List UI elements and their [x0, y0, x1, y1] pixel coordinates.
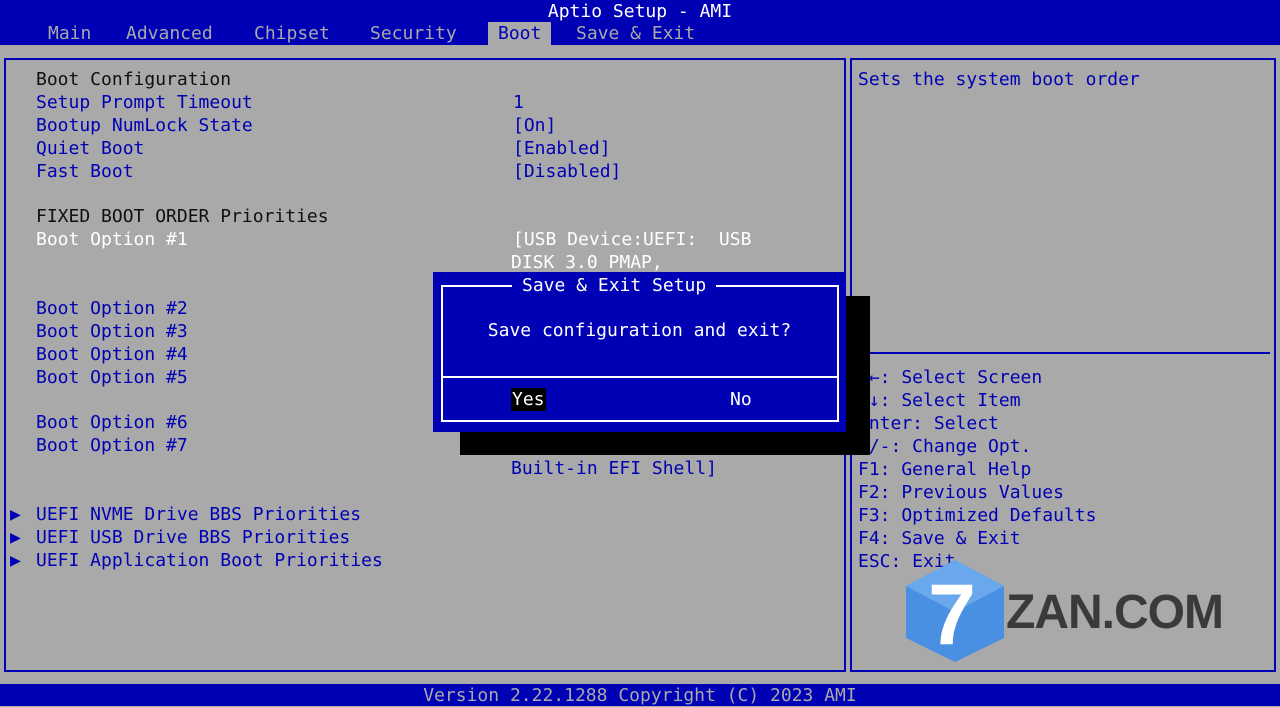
dialog-no-button[interactable]: No — [730, 388, 752, 411]
help-key-enter: Enter: Select — [858, 413, 999, 434]
boot-option-7-value-line2[interactable]: Built-in EFI Shell] — [511, 457, 717, 480]
submenu-uefi-application-boot-priorities[interactable]: UEFI Application Boot Priorities — [36, 549, 383, 572]
boot-option-3-label[interactable]: Boot Option #3 — [36, 320, 188, 343]
setting-label-quiet-boot[interactable]: Quiet Boot — [36, 137, 144, 160]
tab-main[interactable]: Main — [38, 22, 101, 45]
help-key-change-opt: +/-: Change Opt. — [858, 436, 1032, 457]
boot-option-7-label[interactable]: Boot Option #7 — [36, 434, 188, 457]
setting-label-bootup-numlock-state[interactable]: Bootup NumLock State — [36, 114, 253, 137]
boot-option-4-label[interactable]: Boot Option #4 — [36, 343, 188, 366]
setting-value-bootup-numlock-state[interactable]: [On] — [513, 114, 556, 137]
tab-boot[interactable]: Boot — [488, 22, 552, 45]
setting-value-setup-prompt-timeout[interactable]: 1 — [513, 91, 524, 114]
help-description: Sets the system boot order — [858, 69, 1140, 90]
submenu-uefi-usb-drive-bbs-priorities[interactable]: UEFI USB Drive BBS Priorities — [36, 526, 350, 549]
boot-option-1-value-line2[interactable]: DISK 3.0 PMAP, — [511, 251, 663, 274]
watermark-text: ZAN.COM — [1006, 586, 1224, 639]
help-key-select-item: ↑↓: Select Item — [858, 390, 1021, 411]
watermark-badge-text: 7 — [928, 567, 976, 663]
submenu-arrow-icon: ▶ — [10, 527, 21, 548]
boot-option-1-value-line1[interactable]: [USB Device:UEFI: USB — [513, 228, 751, 251]
tab-advanced[interactable]: Advanced — [116, 22, 223, 45]
tab-chipset[interactable]: Chipset — [244, 22, 340, 45]
help-key-previous-values: F2: Previous Values — [858, 482, 1064, 503]
version-text: Version 2.22.1288 Copyright (C) 2023 AMI — [423, 685, 857, 706]
help-key-select-screen: →←: Select Screen — [858, 367, 1043, 388]
tab-save-exit[interactable]: Save & Exit — [566, 22, 705, 45]
dialog-separator — [441, 376, 839, 378]
window-title: Aptio Setup - AMI — [547, 1, 733, 22]
help-key-general-help: F1: General Help — [858, 459, 1032, 480]
watermark-logo-icon: 7 — [906, 560, 1004, 663]
section-title-boot-priorities: FIXED BOOT ORDER Priorities — [36, 206, 329, 227]
boot-option-5-label[interactable]: Boot Option #5 — [36, 366, 188, 389]
setting-label-setup-prompt-timeout[interactable]: Setup Prompt Timeout — [36, 91, 253, 114]
submenu-arrow-icon: ▶ — [10, 504, 21, 525]
section-title-boot-configuration: Boot Configuration — [36, 69, 232, 90]
setting-value-quiet-boot[interactable]: [Enabled] — [513, 137, 611, 160]
dialog-title: Save & Exit Setup — [512, 274, 717, 297]
dialog-frame — [441, 285, 839, 422]
submenu-uefi-nvme-drive-bbs-priorities[interactable]: UEFI NVME Drive BBS Priorities — [36, 503, 361, 526]
tab-security[interactable]: Security — [360, 22, 467, 45]
boot-option-1-label[interactable]: Boot Option #1 — [36, 228, 188, 251]
help-separator — [856, 352, 1270, 354]
boot-option-2-label[interactable]: Boot Option #2 — [36, 297, 188, 320]
dialog-yes-button[interactable]: Yes — [511, 388, 546, 411]
setting-value-fast-boot[interactable]: [Disabled] — [513, 160, 621, 183]
help-key-optimized-defaults: F3: Optimized Defaults — [858, 505, 1097, 526]
setting-label-fast-boot[interactable]: Fast Boot — [36, 160, 134, 183]
boot-option-6-label[interactable]: Boot Option #6 — [36, 411, 188, 434]
help-key-save-exit: F4: Save & Exit — [858, 528, 1021, 549]
dialog-message: Save configuration and exit? — [487, 320, 792, 341]
submenu-arrow-icon: ▶ — [10, 550, 21, 571]
